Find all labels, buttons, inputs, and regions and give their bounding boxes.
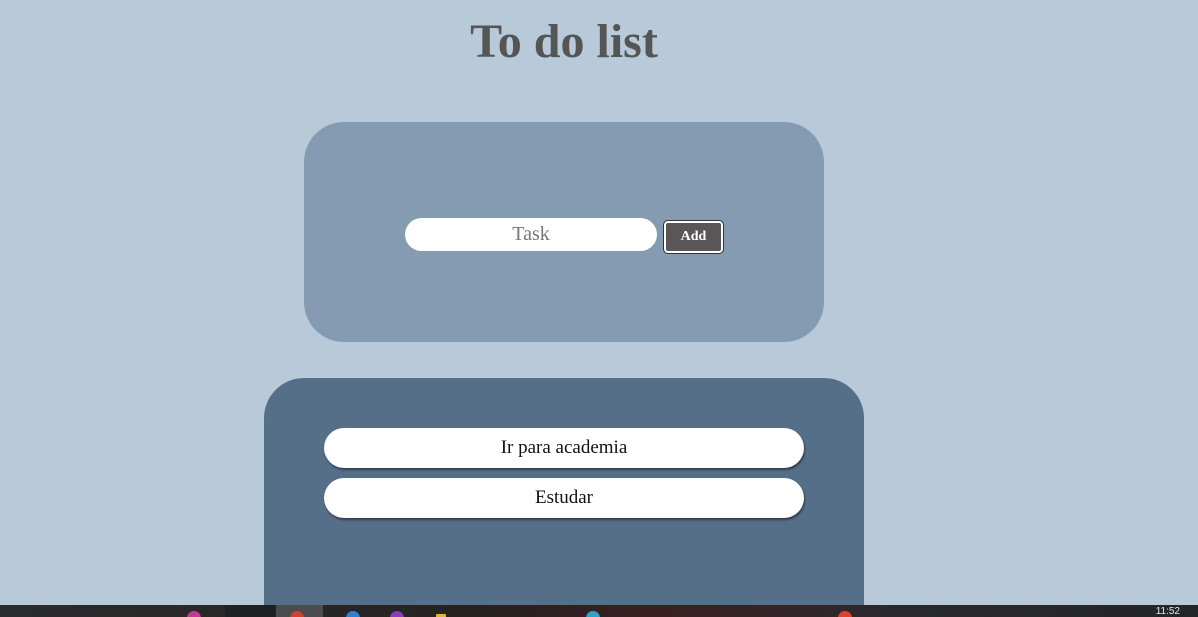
task-item[interactable]: Ir para academia — [324, 428, 804, 468]
app-icon-red[interactable] — [838, 611, 852, 617]
task-input-card: Add — [304, 122, 824, 342]
task-list-card: Ir para academia Estudar — [264, 378, 864, 617]
purple-app-icon[interactable] — [390, 611, 404, 617]
add-button[interactable]: Add — [663, 220, 724, 254]
os-taskbar: 11:52 — [0, 605, 1198, 617]
app-icon-pink[interactable] — [187, 611, 201, 617]
edge-icon[interactable] — [346, 611, 360, 617]
page: To do list Add Ir para academia Estudar … — [0, 0, 1198, 617]
page-title: To do list — [470, 15, 658, 68]
taskbar-clock[interactable]: 11:52 — [1156, 607, 1180, 617]
taskbar-slot[interactable] — [225, 605, 275, 617]
teams-icon[interactable] — [586, 611, 600, 617]
task-input[interactable] — [405, 218, 657, 251]
task-item[interactable]: Estudar — [324, 478, 804, 518]
